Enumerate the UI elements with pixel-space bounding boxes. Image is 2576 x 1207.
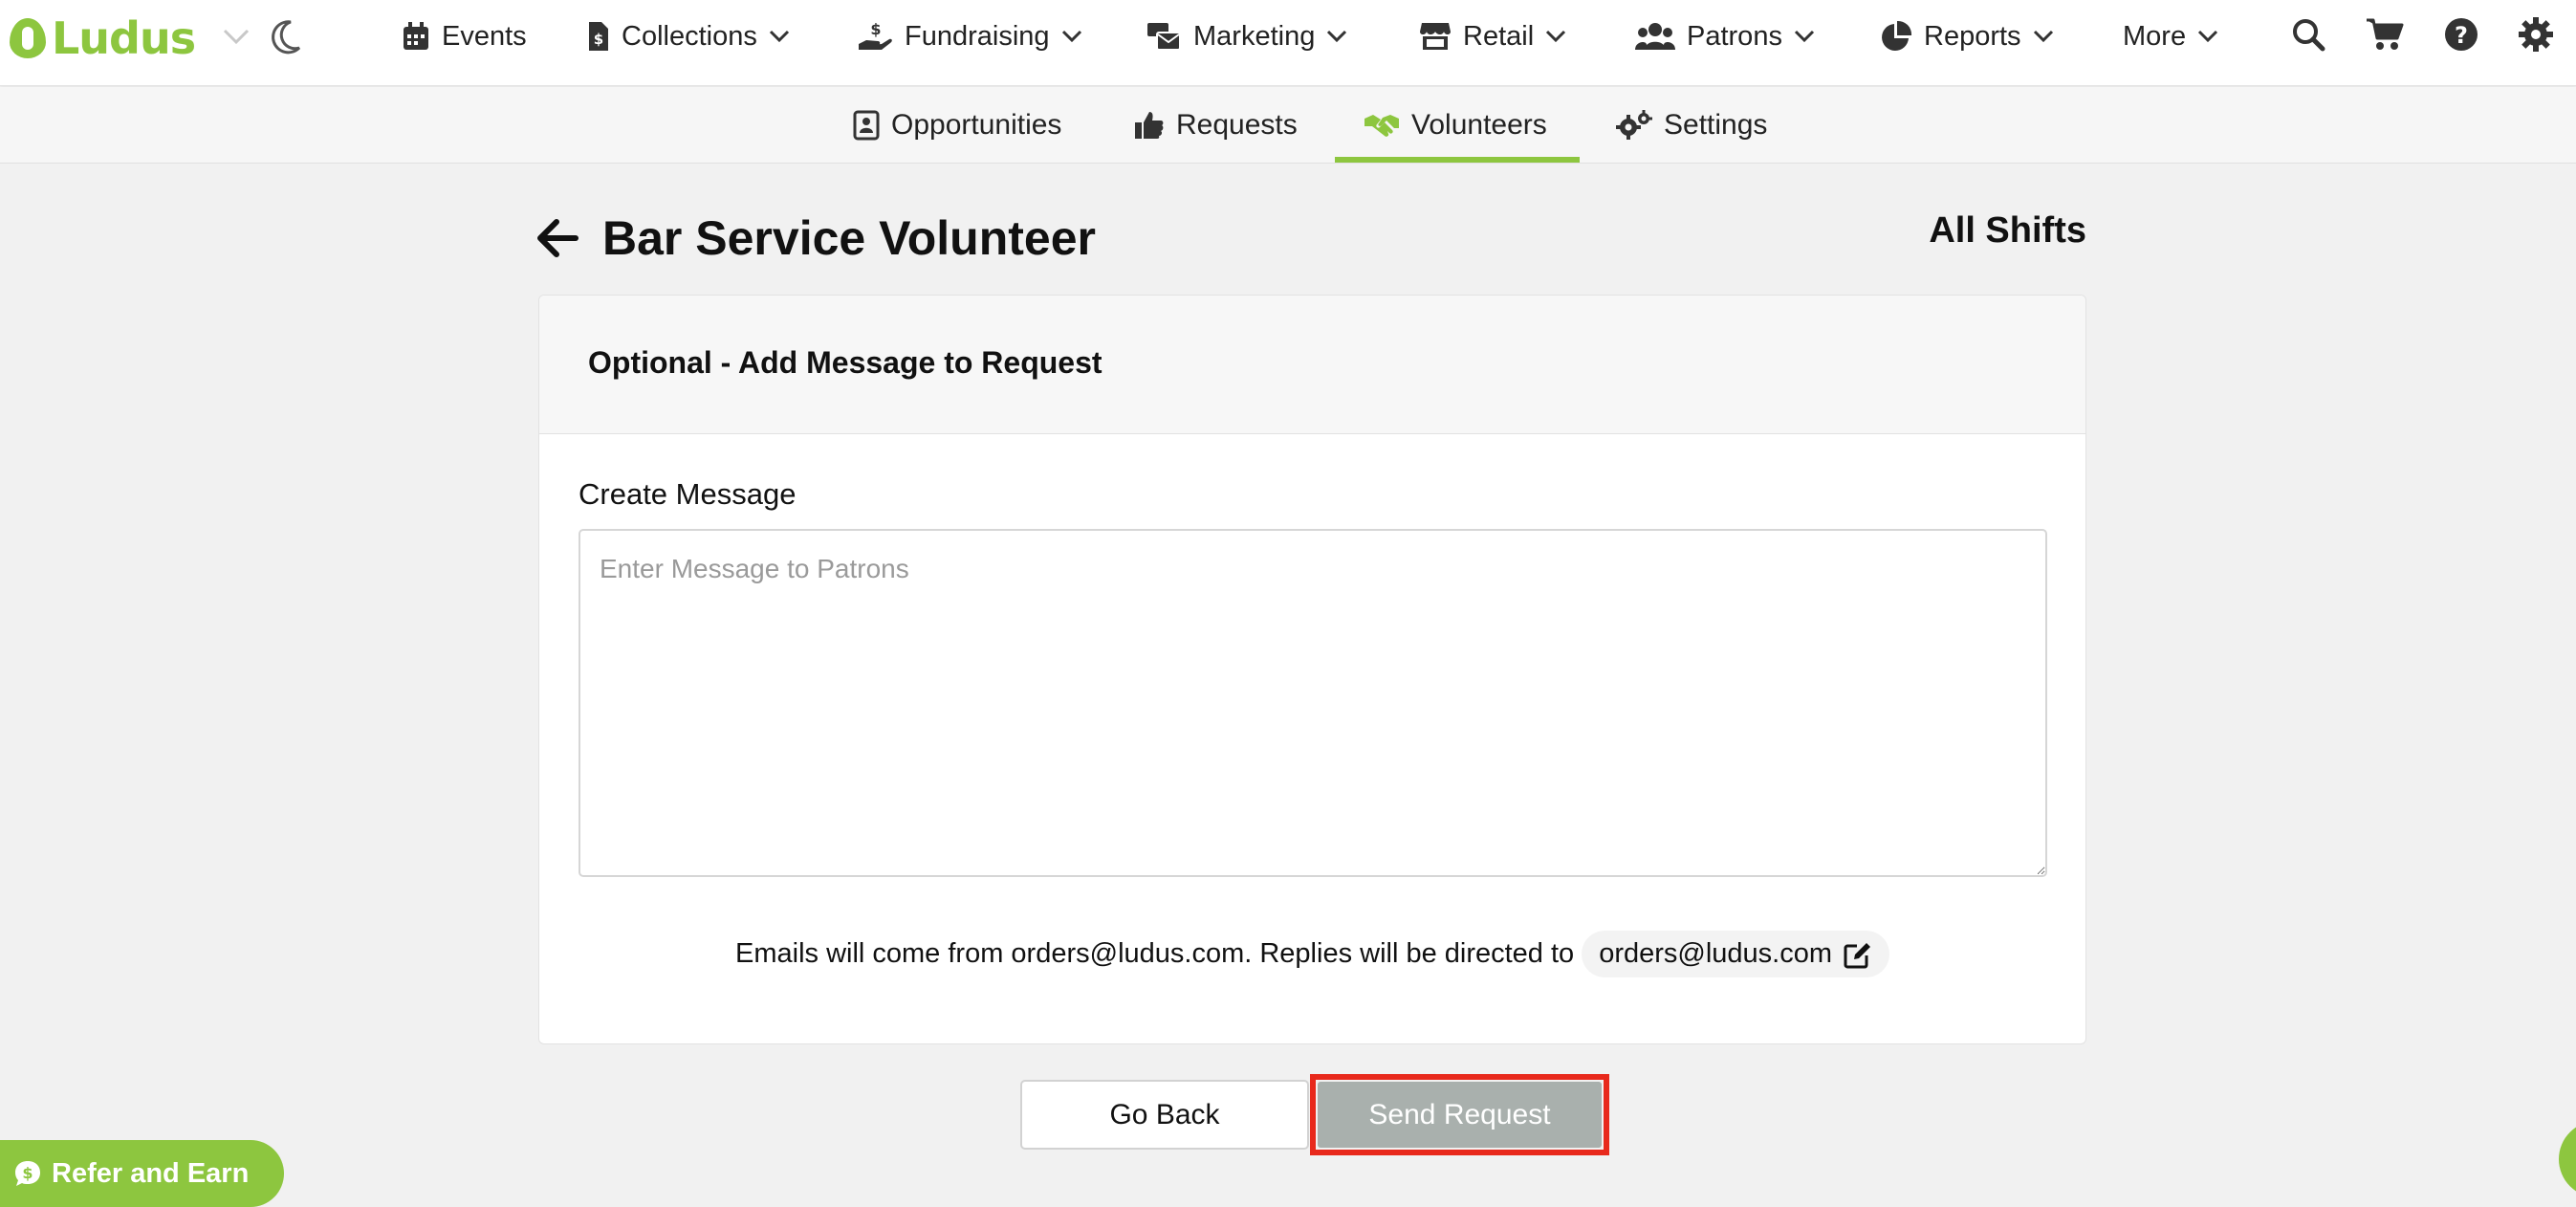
message-textarea[interactable] xyxy=(579,529,2047,877)
nav-retail[interactable]: Retail xyxy=(1419,17,1566,55)
tab-volunteers-label: Volunteers xyxy=(1411,109,1547,141)
refer-and-earn-button[interactable]: $ Refer and Earn xyxy=(0,1140,284,1207)
page-title: Bar Service Volunteer xyxy=(602,211,1096,265)
calendar-icon xyxy=(404,22,428,50)
contact-card-icon xyxy=(853,110,880,141)
back-arrow-icon[interactable] xyxy=(535,216,579,260)
active-tab-indicator xyxy=(1335,157,1580,163)
nav-reports[interactable]: Reports xyxy=(1880,17,2054,55)
file-dollar-icon: $ xyxy=(589,22,608,51)
send-request-button[interactable]: Send Request xyxy=(1318,1082,1602,1148)
ludus-logo-icon xyxy=(10,18,46,58)
nav-more[interactable]: More xyxy=(2123,17,2218,55)
card-header: Optional - Add Message to Request xyxy=(539,296,2085,434)
chevron-down-icon xyxy=(2033,30,2053,43)
store-icon xyxy=(1420,23,1451,50)
svg-text:?: ? xyxy=(2455,22,2468,49)
nav-events[interactable]: Events xyxy=(402,17,527,55)
nav-collections[interactable]: $ Collections xyxy=(587,17,790,55)
gear-icon[interactable] xyxy=(2519,17,2553,52)
chevron-down-icon xyxy=(769,30,789,43)
hand-holding-dollar-icon: $ xyxy=(859,21,892,50)
nav-fundraising-label: Fundraising xyxy=(905,20,1050,52)
chat-launcher[interactable] xyxy=(2559,1121,2576,1197)
chevron-down-icon xyxy=(1327,30,1347,43)
svg-text:$: $ xyxy=(870,21,881,38)
chevron-down-icon xyxy=(1061,30,1081,43)
email-note-text: Emails will come from orders@ludus.com. … xyxy=(735,938,1575,969)
nav-events-label: Events xyxy=(442,20,527,52)
help-icon[interactable]: ? xyxy=(2444,17,2478,52)
tab-settings[interactable]: Settings xyxy=(1616,104,1767,146)
nav-reports-label: Reports xyxy=(1924,20,2021,52)
reply-email-chip[interactable]: orders@ludus.com xyxy=(1582,931,1889,977)
svg-text:$: $ xyxy=(594,31,603,48)
chevron-down-icon xyxy=(1546,30,1566,43)
chevron-down-icon xyxy=(1794,30,1815,43)
tab-requests-label: Requests xyxy=(1176,109,1298,141)
mail-bulk-icon xyxy=(1147,23,1181,51)
reply-email-address: orders@ludus.com xyxy=(1599,938,1832,969)
ludus-logo[interactable]: Ludus xyxy=(10,10,196,67)
tab-requests[interactable]: Requests xyxy=(1134,104,1298,146)
gears-icon xyxy=(1616,110,1652,140)
chart-pie-icon xyxy=(1882,20,1912,51)
sub-navigation: Opportunities Requests Volunteers Settin… xyxy=(0,87,2576,164)
all-shifts-link[interactable]: All Shifts xyxy=(1836,210,2086,252)
nav-patrons-label: Patrons xyxy=(1687,20,1782,52)
svg-text:$: $ xyxy=(22,1164,33,1182)
search-icon[interactable] xyxy=(2291,17,2325,52)
chevron-down-icon xyxy=(2198,30,2218,43)
tab-opportunities[interactable]: Opportunities xyxy=(853,104,1061,146)
create-message-label: Create Message xyxy=(579,477,797,511)
edit-icon xyxy=(1844,942,1870,968)
tab-settings-label: Settings xyxy=(1664,109,1768,141)
logo-text: Ludus xyxy=(52,12,196,64)
top-navigation: Ludus Events $ Collections $ Fundraising… xyxy=(0,0,2576,86)
tab-opportunities-label: Opportunities xyxy=(891,109,1062,141)
card-title: Optional - Add Message to Request xyxy=(588,345,1102,380)
org-switcher-chevron-icon[interactable] xyxy=(222,27,251,46)
email-info: Emails will come from orders@ludus.com. … xyxy=(539,931,2085,977)
message-card: Optional - Add Message to Request Create… xyxy=(538,295,2086,1044)
nav-marketing-label: Marketing xyxy=(1193,20,1316,52)
dollar-chat-icon: $ xyxy=(15,1161,40,1186)
dark-mode-moon-icon[interactable] xyxy=(270,19,302,55)
nav-retail-label: Retail xyxy=(1463,20,1535,52)
go-back-button[interactable]: Go Back xyxy=(1020,1080,1309,1150)
cart-icon[interactable] xyxy=(2366,17,2404,52)
nav-fundraising[interactable]: $ Fundraising xyxy=(857,17,1082,55)
thumbs-up-icon xyxy=(1135,112,1164,139)
nav-more-label: More xyxy=(2123,20,2187,52)
nav-patrons[interactable]: Patrons xyxy=(1635,17,1815,55)
tab-volunteers[interactable]: Volunteers xyxy=(1364,104,1547,146)
nav-collections-label: Collections xyxy=(622,20,757,52)
nav-marketing[interactable]: Marketing xyxy=(1146,17,1347,55)
handshake-icon xyxy=(1364,115,1399,137)
users-icon xyxy=(1635,23,1675,50)
refer-and-earn-label: Refer and Earn xyxy=(52,1157,250,1189)
